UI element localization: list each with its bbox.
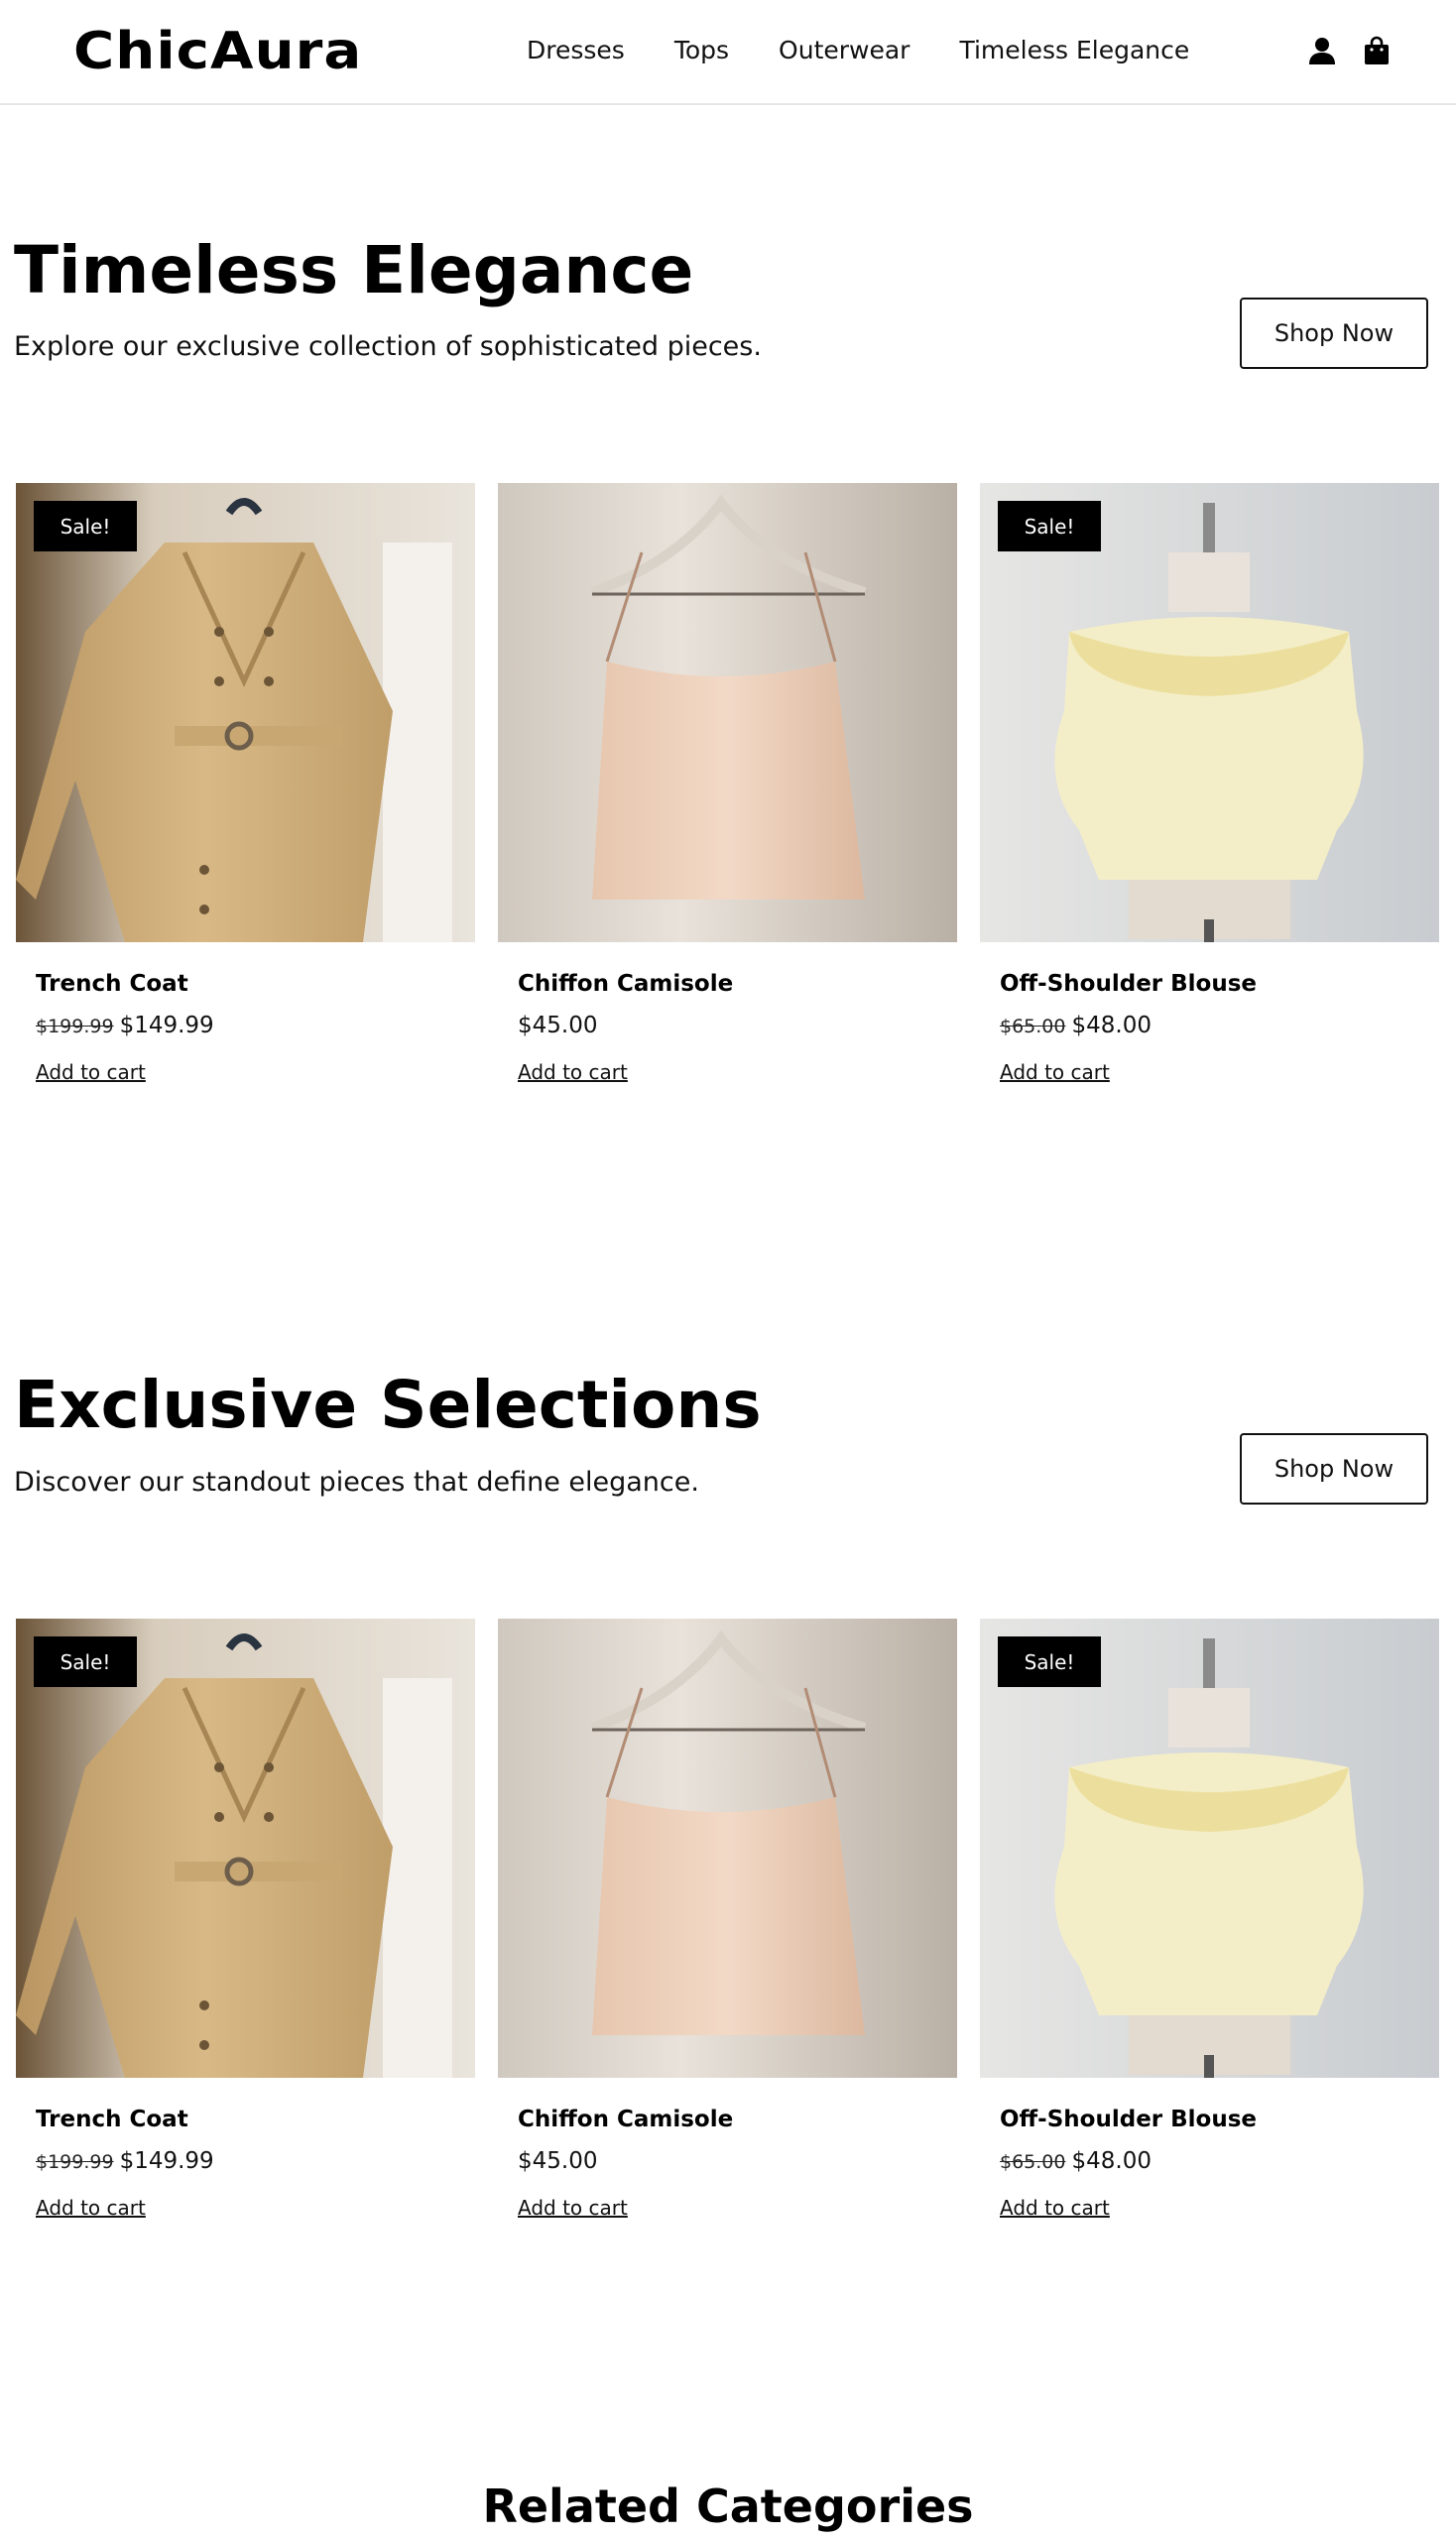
product-name[interactable]: Trench Coat	[36, 971, 188, 997]
product-card: Sale! Trench Coat $199.99 $149.99 Add to …	[16, 1619, 475, 2220]
product-image-off-shoulder-blouse[interactable]: Sale!	[980, 1619, 1439, 2078]
add-to-cart-link[interactable]: Add to cart	[518, 1060, 628, 1084]
product-name[interactable]: Chiffon Camisole	[518, 2107, 733, 2132]
add-to-cart-link[interactable]: Add to cart	[518, 2196, 628, 2220]
product-price: $199.99 $149.99	[36, 1013, 214, 1038]
product-grid: Sale! Trench Coat $199.99 $149.99 Add to …	[16, 1619, 1439, 2220]
shop-now-button[interactable]: Shop Now	[1240, 298, 1428, 369]
product-card: Sale! Off-Shoulder Blouse $65.00 $48.00 A…	[980, 483, 1439, 1084]
product-card: Sale! Off-Shoulder Blouse $65.00 $48.00 A…	[980, 1619, 1439, 2220]
related-categories-heading: Related Categories	[482, 2479, 974, 2533]
sale-badge: Sale!	[34, 501, 137, 551]
sale-badge: Sale!	[998, 1636, 1101, 1687]
product-name[interactable]: Trench Coat	[36, 2107, 188, 2132]
original-price: $65.00	[1000, 1016, 1066, 1037]
nav-link-timeless-elegance[interactable]: Timeless Elegance	[959, 36, 1189, 64]
price: $45.00	[518, 2148, 598, 2174]
product-image-chiffon-camisole[interactable]	[498, 483, 957, 942]
product-card: Chiffon Camisole $45.00 Add to cart	[498, 1619, 957, 2220]
sale-price: $48.00	[1071, 2148, 1152, 2174]
product-grid: Sale! Trench Coat $199.99 $149.99 Add to …	[16, 483, 1439, 1084]
section-subtitle: Discover our standout pieces that define…	[14, 1467, 699, 1498]
original-price: $199.99	[36, 1016, 114, 1037]
product-price: $45.00	[518, 1013, 597, 1038]
product-name[interactable]: Off-Shoulder Blouse	[1000, 2107, 1257, 2132]
nav-link-dresses[interactable]: Dresses	[527, 36, 625, 64]
add-to-cart-link[interactable]: Add to cart	[1000, 2196, 1110, 2220]
product-name[interactable]: Chiffon Camisole	[518, 971, 733, 997]
product-price: $65.00 $48.00	[1000, 2148, 1152, 2174]
nav-link-tops[interactable]: Tops	[674, 36, 729, 64]
add-to-cart-link[interactable]: Add to cart	[36, 1060, 146, 1084]
brand-logo[interactable]: ChicAura	[73, 22, 362, 81]
original-price: $199.99	[36, 2151, 114, 2173]
product-price: $65.00 $48.00	[1000, 1013, 1152, 1038]
add-to-cart-link[interactable]: Add to cart	[36, 2196, 146, 2220]
product-price: $199.99 $149.99	[36, 2148, 214, 2174]
sale-price: $149.99	[119, 1013, 214, 1038]
shop-now-button[interactable]: Shop Now	[1240, 1433, 1428, 1505]
section-subtitle: Explore our exclusive collection of soph…	[14, 331, 762, 362]
sale-badge: Sale!	[998, 501, 1101, 551]
original-price: $65.00	[1000, 2151, 1066, 2173]
main-nav: Dresses Tops Outerwear Timeless Elegance	[527, 36, 1239, 64]
sale-price: $149.99	[119, 2148, 214, 2174]
section-title: Exclusive Selections	[14, 1367, 762, 1443]
sale-price: $48.00	[1071, 1013, 1152, 1038]
product-image-chiffon-camisole[interactable]	[498, 1619, 957, 2078]
product-image-off-shoulder-blouse[interactable]: Sale!	[980, 483, 1439, 942]
site-header: ChicAura Dresses Tops Outerwear Timeless…	[0, 0, 1456, 105]
product-price: $45.00	[518, 2148, 597, 2174]
product-image-trench-coat[interactable]: Sale!	[16, 1619, 475, 2078]
add-to-cart-link[interactable]: Add to cart	[1000, 1060, 1110, 1084]
section-title: Timeless Elegance	[14, 232, 694, 308]
product-card: Chiffon Camisole $45.00 Add to cart	[498, 483, 957, 1084]
product-card: Sale! Trench Coat $199.99 $149.99 Add to …	[16, 483, 475, 1084]
user-icon[interactable]	[1307, 36, 1337, 65]
price: $45.00	[518, 1013, 598, 1038]
header-icons	[1307, 36, 1391, 65]
sale-badge: Sale!	[34, 1636, 137, 1687]
shopping-bag-icon[interactable]	[1363, 36, 1391, 65]
product-name[interactable]: Off-Shoulder Blouse	[1000, 971, 1257, 997]
product-image-trench-coat[interactable]: Sale!	[16, 483, 475, 942]
nav-link-outerwear[interactable]: Outerwear	[779, 36, 910, 64]
